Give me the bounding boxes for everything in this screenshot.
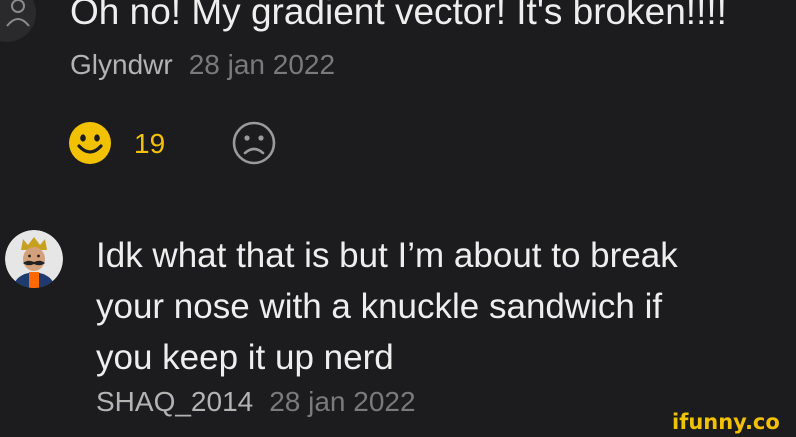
comment-date: 28 jan 2022 — [188, 49, 336, 80]
avatar-default[interactable] — [0, 0, 36, 42]
comment-author[interactable]: Glyndwr — [70, 49, 173, 80]
avatar-user[interactable] — [5, 230, 63, 288]
like-count: 19 — [134, 128, 166, 159]
reply-line: your nose with a knuckle sandwich if — [96, 287, 663, 326]
reply-line: you keep it up nerd — [96, 338, 394, 377]
reply-meta: SHAQ_2014 28 jan 2022 — [96, 384, 416, 420]
sad-face-icon[interactable] — [232, 121, 276, 165]
comment-text: Oh no! My gradient vector! It's broken!!… — [70, 0, 727, 32]
watermark-logo: ifunny.co — [672, 410, 780, 434]
reply-text: Idk what that is but I’m about to break … — [96, 230, 796, 383]
smiley-face-icon[interactable] — [68, 121, 112, 165]
user-outline-icon — [6, 0, 30, 27]
reply-author[interactable]: SHAQ_2014 — [96, 386, 253, 417]
reply-line: Idk what that is but I’m about to break — [96, 236, 678, 275]
comment-meta: Glyndwr 28 jan 2022 — [70, 47, 335, 83]
crowned-mustache-avatar — [5, 230, 63, 288]
reply-date: 28 jan 2022 — [269, 386, 416, 417]
